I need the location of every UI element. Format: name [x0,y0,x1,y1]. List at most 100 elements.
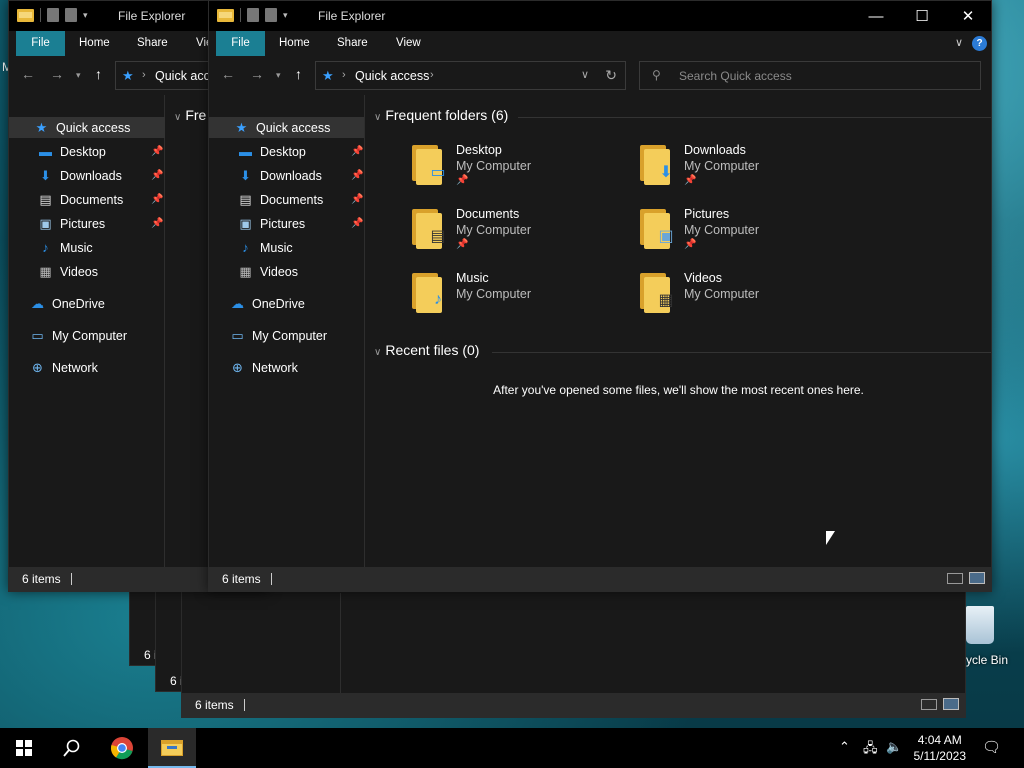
folder-tile-pictures[interactable]: ▣ Pictures My Computer 📌 [638,205,838,257]
sidebar-item-label: OneDrive [252,296,305,311]
sidebar-item-videos[interactable]: ▦ Videos [209,261,364,282]
sidebar-item-music[interactable]: ♪ Music [209,237,364,258]
status-bar: 6 items [182,693,965,717]
navigation-pane: ★ Quick access ▬ Desktop 📌 ⬇ Downloads 📌 ▤ Docume… [209,95,365,567]
folder-name: Downloads [684,143,746,157]
windows-logo-icon [16,740,32,756]
pin-icon[interactable]: 📌 [684,239,696,250]
details-view-icon[interactable] [947,573,963,584]
volume-icon[interactable]: 🔈 [886,739,902,755]
large-icons-view-icon[interactable] [969,572,985,584]
notifications-icon[interactable]: 🗨 [982,738,1001,756]
sidebar-item-pictures[interactable]: ▣ Pictures 📌 [209,213,364,234]
section-header-frequent[interactable]: ∨ Fre [174,107,206,123]
details-view-icon[interactable] [921,699,937,710]
sidebar-item-my-computer[interactable]: ▭ My Computer [9,325,165,346]
folder-tile-desktop[interactable]: ▭ Desktop My Computer 📌 [410,141,610,193]
address-dropdown-icon[interactable]: ∨ [581,68,589,81]
sidebar-item-downloads[interactable]: ⬇ Downloads 📌 [209,165,364,186]
properties-icon[interactable] [47,8,59,22]
folder-location: My Computer [684,223,760,237]
pin-icon[interactable]: 📌 [151,170,163,181]
chrome-button[interactable] [98,728,146,768]
explorer-window[interactable]: ▾ File Explorer — ☐ ✕ File Home Share Vi… [208,0,992,592]
chevron-down-icon[interactable]: ▾ [83,10,88,21]
folder-tile-videos[interactable]: ▦ Videos My Computer [638,269,838,321]
sidebar-item-onedrive[interactable]: ☁ OneDrive [209,293,364,314]
maximize-icon[interactable]: ☐ [899,1,945,31]
network-icon: ⊕ [32,359,43,375]
tab-home[interactable]: Home [67,31,122,56]
sidebar-item-network[interactable]: ⊕ Network [9,357,165,378]
sidebar-item-my-computer[interactable]: ▭ My Computer [209,325,364,346]
sidebar-item-music[interactable]: ♪ Music [9,237,165,258]
sidebar-item-videos[interactable]: ▦ Videos [9,261,165,282]
forward-arrow-icon[interactable]: → [50,66,64,82]
properties-icon[interactable] [247,8,259,22]
breadcrumb-chevron-icon[interactable]: › [430,69,434,81]
folder-tile-documents[interactable]: ▤ Documents My Computer 📌 [410,205,610,257]
sidebar-item-desktop[interactable]: ▬ Desktop 📌 [209,141,364,162]
window-controls: — ☐ ✕ [853,1,991,31]
tab-share[interactable]: Share [325,31,380,56]
back-arrow-icon[interactable]: ← [21,66,35,82]
pin-icon[interactable]: 📌 [351,218,363,229]
recent-locations-icon[interactable]: ▾ [276,70,281,81]
up-arrow-icon[interactable]: ↑ [95,66,102,82]
search-box[interactable]: ⚲ Search Quick access [639,61,981,90]
section-header-recent[interactable]: ∨ Recent files (0) [374,342,479,358]
computer-icon: ▭ [231,327,244,343]
pin-icon[interactable]: 📌 [151,194,163,205]
search-button[interactable] [48,728,96,768]
sidebar-item-pictures[interactable]: ▣ Pictures 📌 [9,213,165,234]
folder-tile-downloads[interactable]: ⬇ Downloads My Computer 📌 [638,141,838,193]
sidebar-item-onedrive[interactable]: ☁ OneDrive [9,293,165,314]
address-bar[interactable]: ★ › Quick access › ∨ ↻ [315,61,626,90]
tab-file[interactable]: File [16,31,65,56]
chevron-down-icon[interactable]: ▾ [283,10,288,21]
pin-icon[interactable]: 📌 [684,175,696,186]
sidebar-item-desktop[interactable]: ▬ Desktop 📌 [9,141,165,162]
tab-file[interactable]: File [216,31,265,56]
minimize-icon[interactable]: — [853,1,899,31]
pin-icon[interactable]: 📌 [151,218,163,229]
back-arrow-icon[interactable]: ← [221,66,235,82]
pin-icon[interactable]: 📌 [351,194,363,205]
refresh-icon[interactable]: ↻ [605,67,617,84]
section-header-frequent[interactable]: ∨ Frequent folders (6) [374,107,508,123]
sidebar-item-documents[interactable]: ▤ Documents 📌 [9,189,165,210]
new-folder-icon[interactable] [265,8,277,22]
forward-arrow-icon[interactable]: → [250,66,264,82]
recent-locations-icon[interactable]: ▾ [76,70,81,81]
sidebar-item-network[interactable]: ⊕ Network [209,357,364,378]
tab-view[interactable]: View [384,31,433,56]
quick-access-toolbar: ▾ [17,8,88,22]
navigation-bar: ← → ▾ ↑ ★ › Quick access › ∨ ↻ ⚲ Search … [209,56,991,95]
up-arrow-icon[interactable]: ↑ [295,66,302,82]
star-icon: ★ [235,119,248,135]
tab-home[interactable]: Home [267,31,322,56]
network-status-icon[interactable]: 🖧 [863,739,878,761]
sidebar-item-label: Documents [260,192,324,207]
sidebar-item-quick-access[interactable]: ★ Quick access [9,117,165,138]
pin-icon[interactable]: 📌 [456,239,468,250]
clock[interactable]: 4:04 AM 5/11/2023 [914,732,967,764]
pin-icon[interactable]: 📌 [151,146,163,157]
sidebar-item-documents[interactable]: ▤ Documents 📌 [209,189,364,210]
close-icon[interactable]: ✕ [945,1,991,31]
sidebar-item-downloads[interactable]: ⬇ Downloads 📌 [9,165,165,186]
sidebar-item-quick-access[interactable]: ★ Quick access [209,117,364,138]
pin-icon[interactable]: 📌 [351,170,363,181]
folder-tile-music[interactable]: ♪ Music My Computer [410,269,610,321]
show-hidden-icons-icon[interactable]: ⌃ [839,739,850,755]
title-bar[interactable]: ▾ File Explorer — ☐ ✕ [209,1,991,31]
start-button[interactable] [0,728,48,768]
pin-icon[interactable]: 📌 [351,146,363,157]
new-folder-icon[interactable] [65,8,77,22]
large-icons-view-icon[interactable] [943,698,959,710]
help-icon[interactable]: ? [972,36,987,51]
file-explorer-taskbar-button[interactable] [148,728,196,768]
expand-ribbon-icon[interactable]: ∨ [955,36,963,49]
tab-share[interactable]: Share [125,31,180,56]
pin-icon[interactable]: 📌 [456,175,468,186]
